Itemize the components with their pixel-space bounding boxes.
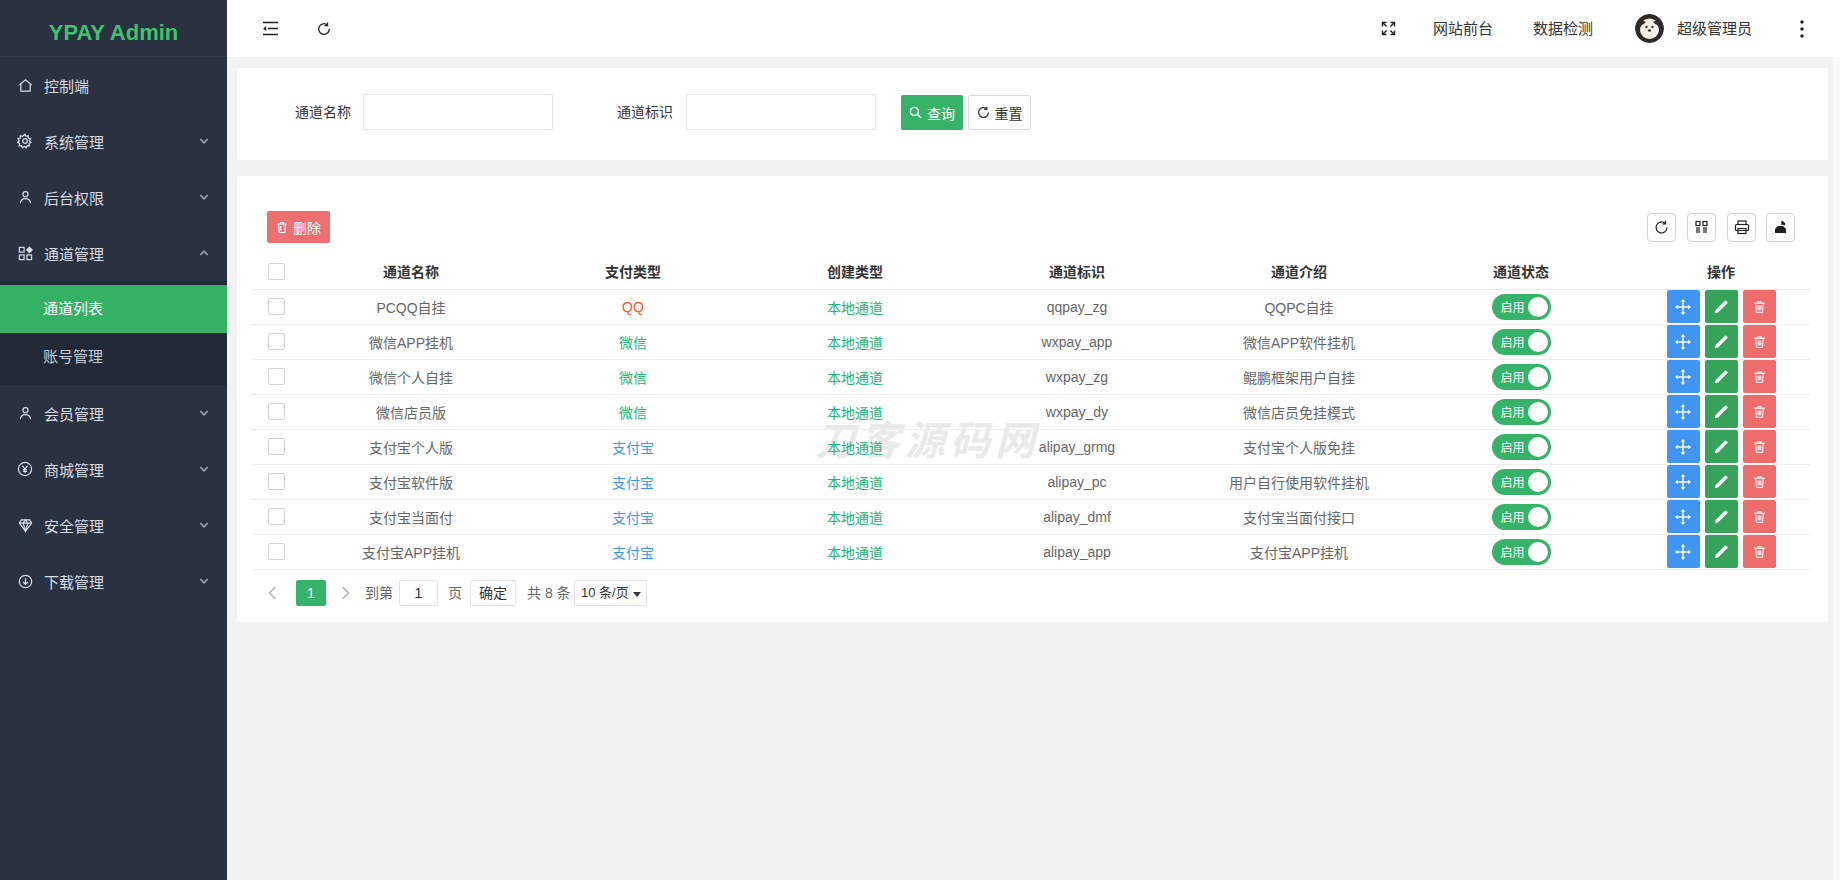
pg-inputpage[interactable]: 1 <box>399 580 438 606</box>
btn-查询[interactable]: 查询 <box>901 95 963 130</box>
del-alipay_grmg[interactable] <box>1743 430 1776 463</box>
pg-tojump: 到第 <box>365 580 393 606</box>
del-alipay_app[interactable] <box>1743 535 1776 568</box>
table: 通道名称支付类型创建类型通道标识通道介绍通道状态操作 PCQQ自挂QQ本地通道q… <box>252 254 1810 570</box>
edit-wxpay_zg[interactable] <box>1705 360 1738 393</box>
del-qqpay_zg[interactable] <box>1743 290 1776 323</box>
edit-alipay_grmg[interactable] <box>1705 430 1738 463</box>
pg-confirm[interactable]: 确定 <box>470 580 516 606</box>
switch-wxpay_dy[interactable]: 启用 <box>1492 399 1551 425</box>
del-wxpay_zg[interactable] <box>1743 360 1776 393</box>
move-wxpay_zg[interactable] <box>1667 360 1700 393</box>
scrollbar <box>1833 57 1840 880</box>
menu: 控制端 系统管理 后台权限 通道管理 通道列表 账号管理 会员管理 <box>0 57 227 609</box>
pg-1[interactable]: 1 <box>296 580 326 606</box>
tool-打印[interactable] <box>1727 213 1756 242</box>
tool-筛选列[interactable] <box>1687 213 1716 242</box>
search-panel: 通道名称 通道标识 查询 重置 <box>237 68 1828 160</box>
link-网站前台[interactable]: 网站前台 <box>1433 0 1493 57</box>
label-通道标识: 通道标识 <box>583 94 673 130</box>
move-alipay_app[interactable] <box>1667 535 1700 568</box>
row-alipay_grmg: 支付宝个人版支付宝本地通道alipay_grmg支付宝个人版免挂启用 <box>252 429 1810 464</box>
move-alipay_dmf[interactable] <box>1667 500 1700 533</box>
collapse[interactable] <box>255 0 285 57</box>
switch-wxpay_app[interactable]: 启用 <box>1492 329 1551 355</box>
menu-商城管理[interactable]: 商城管理 <box>0 441 227 497</box>
checkbox-wxpay_zg[interactable] <box>268 368 285 385</box>
tool-导出[interactable] <box>1766 213 1795 242</box>
del-alipay_dmf[interactable] <box>1743 500 1776 533</box>
link-数据检测[interactable]: 数据检测 <box>1533 0 1593 57</box>
del-wxpay_dy[interactable] <box>1743 395 1776 428</box>
pg-size[interactable]: 10 条/页 <box>574 580 647 606</box>
edit-wxpay_dy[interactable] <box>1705 395 1738 428</box>
btn-重置[interactable]: 重置 <box>968 95 1031 130</box>
switch-qqpay_zg[interactable]: 启用 <box>1492 294 1551 320</box>
switch-alipay_pc[interactable]: 启用 <box>1492 469 1551 495</box>
checkbox-alipay_grmg[interactable] <box>268 438 285 455</box>
row-alipay_pc: 支付宝软件版支付宝本地通道alipay_pc用户自行使用软件挂机启用 <box>252 464 1810 499</box>
refresh[interactable] <box>309 0 339 57</box>
checkbox-alipay_dmf[interactable] <box>268 508 285 525</box>
switch-alipay_app[interactable]: 启用 <box>1492 539 1551 565</box>
edit-wxpay_app[interactable] <box>1705 325 1738 358</box>
table-panel: 删除 刀客源码网 通道名称支付类型创建类型通道标识通道介绍通道状态操作 PCQQ… <box>237 176 1828 622</box>
input-通道标识[interactable] <box>686 94 876 130</box>
menu-控制端[interactable]: 控制端 <box>0 57 227 113</box>
topbar: 网站前台 数据检测 超级管理员 <box>227 0 1840 57</box>
edit-alipay_app[interactable] <box>1705 535 1738 568</box>
checkbox-all[interactable] <box>268 263 285 280</box>
edit-alipay_dmf[interactable] <box>1705 500 1738 533</box>
menu-安全管理[interactable]: 安全管理 <box>0 497 227 553</box>
sidebar: YPAY Admin 控制端 系统管理 后台权限 通道管理 通道列表 账号管理 <box>0 0 227 880</box>
checkbox-wxpay_app[interactable] <box>268 333 285 350</box>
checkbox-alipay_app[interactable] <box>268 543 285 560</box>
switch-alipay_grmg[interactable]: 启用 <box>1492 434 1551 460</box>
checkbox-alipay_pc[interactable] <box>268 473 285 490</box>
pg-page: 页 <box>448 580 462 606</box>
row-qqpay_zg: PCQQ自挂QQ本地通道qqpay_zgQQPC自挂启用 <box>252 289 1810 324</box>
menu-后台权限[interactable]: 后台权限 <box>0 169 227 225</box>
row-wxpay_zg: 微信个人自挂微信本地通道wxpay_zg鲲鹏框架用户自挂启用 <box>252 359 1810 394</box>
table-header: 通道名称支付类型创建类型通道标识通道介绍通道状态操作 <box>252 254 1810 289</box>
pg-total: 共 8 条 <box>527 580 571 606</box>
menu-系统管理[interactable]: 系统管理 <box>0 113 227 169</box>
logo: YPAY Admin <box>0 0 227 57</box>
edit-qqpay_zg[interactable] <box>1705 290 1738 323</box>
row-wxpay_app: 微信APP挂机微信本地通道wxpay_app微信APP软件挂机启用 <box>252 324 1810 359</box>
move-wxpay_app[interactable] <box>1667 325 1700 358</box>
edit-alipay_pc[interactable] <box>1705 465 1738 498</box>
menu-会员管理[interactable]: 会员管理 <box>0 385 227 441</box>
label-通道名称: 通道名称 <box>261 94 351 130</box>
move-alipay_pc[interactable] <box>1667 465 1700 498</box>
move-wxpay_dy[interactable] <box>1667 395 1700 428</box>
submenu-通道管理: 通道列表 账号管理 <box>0 281 227 385</box>
switch-wxpay_zg[interactable]: 启用 <box>1492 364 1551 390</box>
tool-刷新[interactable] <box>1647 213 1676 242</box>
checkbox-wxpay_dy[interactable] <box>268 403 285 420</box>
fullscreen[interactable] <box>1371 0 1405 57</box>
menu-下载管理[interactable]: 下载管理 <box>0 553 227 609</box>
submenu-账号管理[interactable]: 账号管理 <box>0 333 227 381</box>
page: YPAY Admin 控制端 系统管理 后台权限 通道管理 通道列表 账号管理 <box>0 0 1840 880</box>
row-alipay_dmf: 支付宝当面付支付宝本地通道alipay_dmf支付宝当面付接口启用 <box>252 499 1810 534</box>
move-qqpay_zg[interactable] <box>1667 290 1700 323</box>
row-alipay_app: 支付宝APP挂机支付宝本地通道alipay_app支付宝APP挂机启用 <box>252 534 1810 569</box>
pg-prev[interactable] <box>264 580 280 606</box>
user-超级管理员[interactable]: 超级管理员 <box>1677 0 1752 57</box>
more[interactable] <box>1791 0 1813 57</box>
input-通道名称[interactable] <box>363 94 553 130</box>
move-alipay_grmg[interactable] <box>1667 430 1700 463</box>
pg-next[interactable] <box>337 580 353 606</box>
btn-删除[interactable]: 删除 <box>267 211 330 243</box>
submenu-通道列表[interactable]: 通道列表 <box>0 285 227 333</box>
switch-alipay_dmf[interactable]: 启用 <box>1492 504 1551 530</box>
checkbox-qqpay_zg[interactable] <box>268 298 285 315</box>
avatar[interactable] <box>1635 14 1664 43</box>
menu-通道管理[interactable]: 通道管理 <box>0 225 227 281</box>
row-wxpay_dy: 微信店员版微信本地通道wxpay_dy微信店员免挂模式启用 <box>252 394 1810 429</box>
del-wxpay_app[interactable] <box>1743 325 1776 358</box>
del-alipay_pc[interactable] <box>1743 465 1776 498</box>
pagination: 1 到第 1 页 确定 共 8 条 10 条/页 <box>237 580 1828 606</box>
